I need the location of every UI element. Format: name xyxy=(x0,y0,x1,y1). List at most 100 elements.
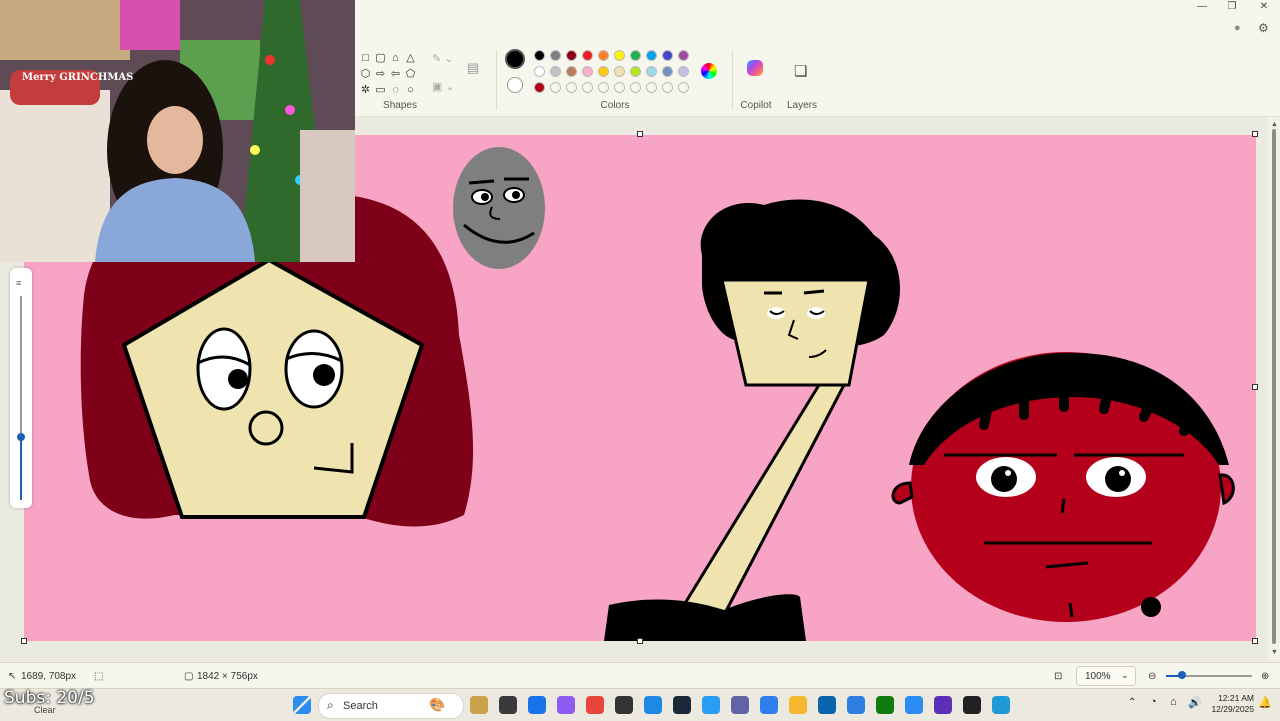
edge-icon[interactable] xyxy=(528,696,546,714)
clipchamp-icon[interactable] xyxy=(934,696,952,714)
rounded-rect-shape-icon[interactable]: ▢ xyxy=(373,50,388,66)
copilot-icon[interactable] xyxy=(557,696,575,714)
folder-icon[interactable] xyxy=(789,696,807,714)
paint-3d-icon[interactable] xyxy=(992,696,1010,714)
layers-icon[interactable]: ❏ xyxy=(794,62,807,80)
scroll-up-icon[interactable]: ▲ xyxy=(1271,121,1278,128)
empty-color-slot[interactable] xyxy=(614,82,625,93)
rectangle-shape-icon[interactable]: □ xyxy=(358,50,373,66)
game-icon[interactable] xyxy=(470,696,488,714)
obs-icon[interactable] xyxy=(963,696,981,714)
star-shape-icon[interactable]: ✲ xyxy=(358,82,373,98)
wave-icon[interactable] xyxy=(702,696,720,714)
epic-games-icon[interactable] xyxy=(615,696,633,714)
hexagon-shape-icon[interactable]: ⬡ xyxy=(358,66,373,82)
minimize-button[interactable]: — xyxy=(1186,0,1218,14)
shape-style-icon[interactable]: ▤ xyxy=(467,60,479,76)
oval-callout-shape-icon[interactable]: ◌ xyxy=(388,82,403,98)
vertical-scrollbar[interactable]: ▲ ▼ xyxy=(1268,117,1280,662)
empty-color-slot[interactable] xyxy=(598,82,609,93)
zoom-dropdown[interactable]: 100% ⌄ xyxy=(1076,666,1136,686)
color-swatch[interactable] xyxy=(582,66,593,77)
outline-icon[interactable]: ✎ ⌄ xyxy=(432,52,454,65)
color-swatch[interactable] xyxy=(566,50,577,61)
zoom-slider-thumb[interactable] xyxy=(1178,671,1186,679)
color-swatch[interactable] xyxy=(662,66,673,77)
azure-icon[interactable] xyxy=(644,696,662,714)
fit-to-window-icon[interactable]: ⊡ xyxy=(1054,671,1062,682)
resize-handle-right[interactable] xyxy=(1252,384,1258,390)
brush-size-slider[interactable]: ≡ xyxy=(10,268,32,508)
volume-icon[interactable]: 🔊 xyxy=(1188,696,1202,709)
chrome-icon[interactable] xyxy=(586,696,604,714)
scroll-down-icon[interactable]: ▼ xyxy=(1271,649,1278,656)
shapes-gallery[interactable]: □ ▢ ⌂ △ ⬡ ⇨ ⇦ ⬠ ✲ ▭ ◌ ○ xyxy=(358,50,418,98)
color-swatch[interactable] xyxy=(630,50,641,61)
color-swatch[interactable] xyxy=(598,50,609,61)
wifi-icon[interactable]: ⌂ xyxy=(1170,696,1177,708)
mail-icon[interactable] xyxy=(818,696,836,714)
account-icon[interactable]: ● xyxy=(1234,22,1241,34)
chevron-up-icon[interactable]: ⌃ xyxy=(1128,697,1136,708)
color-swatch[interactable] xyxy=(646,66,657,77)
color-swatch[interactable] xyxy=(630,66,641,77)
resize-handle-bottom-right[interactable] xyxy=(1252,638,1258,644)
empty-color-slot[interactable] xyxy=(630,82,641,93)
color-swatch[interactable] xyxy=(534,66,545,77)
store-icon[interactable] xyxy=(847,696,865,714)
color-swatch[interactable] xyxy=(550,66,561,77)
close-button[interactable]: ✕ xyxy=(1248,0,1280,14)
color-swatch[interactable] xyxy=(614,50,625,61)
clock[interactable]: 12:21 AM 12/29/2025 xyxy=(1206,693,1254,715)
teams-icon[interactable] xyxy=(731,696,749,714)
empty-color-slot[interactable] xyxy=(678,82,689,93)
pentagon-shape-icon[interactable]: ⬠ xyxy=(403,66,418,82)
color-swatch[interactable] xyxy=(566,66,577,77)
color-swatch[interactable] xyxy=(662,50,673,61)
start-icon[interactable] xyxy=(293,696,311,714)
color-swatch[interactable] xyxy=(598,66,609,77)
empty-color-slot[interactable] xyxy=(646,82,657,93)
resize-handle-bottom[interactable] xyxy=(637,638,643,644)
callout-shape-icon[interactable]: ▭ xyxy=(373,82,388,98)
slider-thumb[interactable] xyxy=(17,433,25,441)
resize-handle-bottom-left[interactable] xyxy=(21,638,27,644)
color-swatch[interactable] xyxy=(582,50,593,61)
copilot-icon[interactable] xyxy=(747,60,763,76)
paint-icon[interactable] xyxy=(905,696,923,714)
resize-handle-top-right[interactable] xyxy=(1252,131,1258,137)
color-swatch[interactable] xyxy=(646,50,657,61)
color-swatch[interactable] xyxy=(614,66,625,77)
file-explorer-icon[interactable] xyxy=(499,696,517,714)
network-icon[interactable]: ◔ xyxy=(1150,696,1157,708)
custom-color-swatch[interactable] xyxy=(534,82,545,93)
zoom-in-icon[interactable]: ⊕ xyxy=(1261,671,1269,682)
color-swatch[interactable] xyxy=(534,50,545,61)
right-arrow-shape-icon[interactable]: ⇨ xyxy=(373,66,388,82)
maximize-button[interactable]: ❐ xyxy=(1216,0,1248,14)
color-swatch[interactable] xyxy=(678,50,689,61)
heart-app-icon[interactable] xyxy=(760,696,778,714)
xbox-icon[interactable] xyxy=(876,696,894,714)
color-swatch[interactable] xyxy=(678,66,689,77)
edit-colors-icon[interactable] xyxy=(701,63,717,79)
fill-icon[interactable]: ▣ ⌄ xyxy=(432,80,455,93)
cloud-callout-shape-icon[interactable]: ○ xyxy=(403,82,418,98)
empty-color-slot[interactable] xyxy=(566,82,577,93)
settings-gear-icon[interactable]: ⚙ xyxy=(1258,21,1269,35)
left-arrow-shape-icon[interactable]: ⇦ xyxy=(388,66,403,82)
color-swatch[interactable] xyxy=(550,50,561,61)
notification-icon[interactable]: 🔔 xyxy=(1258,696,1272,709)
empty-color-slot[interactable] xyxy=(582,82,593,93)
triangle-shape-icon[interactable]: △ xyxy=(403,50,418,66)
secondary-color-swatch[interactable] xyxy=(507,77,523,93)
steam-icon[interactable] xyxy=(673,696,691,714)
zoom-out-icon[interactable]: ⊖ xyxy=(1148,671,1156,682)
polygon-shape-icon[interactable]: ⌂ xyxy=(388,50,403,66)
resize-handle-top[interactable] xyxy=(637,131,643,137)
scrollbar-thumb[interactable] xyxy=(1272,129,1276,644)
search-box[interactable]: ⌕ Search 🎨 xyxy=(318,693,464,719)
zoom-slider-track[interactable] xyxy=(1166,671,1252,679)
primary-color-swatch[interactable] xyxy=(505,49,525,69)
empty-color-slot[interactable] xyxy=(662,82,673,93)
